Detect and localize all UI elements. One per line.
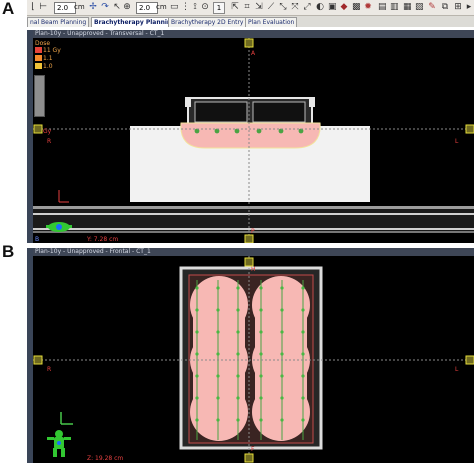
- layout-icon-2[interactable]: ▥: [390, 3, 399, 12]
- settings-icon[interactable]: ✹: [364, 3, 372, 12]
- orientation-left: L: [455, 138, 459, 145]
- workspace-tabs: nal Beam Planning Brachytherapy Planning…: [27, 16, 474, 27]
- frontal-right-marker: [465, 355, 474, 365]
- frontal-view[interactable]: Plan-10y - Unapproved - Frontal - CT_1 H…: [33, 248, 474, 463]
- grid-size-field-2[interactable]: 2.0: [136, 2, 158, 14]
- orientation-posterior: P: [251, 228, 255, 235]
- patient-figure-icon: [47, 430, 71, 457]
- structure-icon[interactable]: ◆: [340, 3, 348, 12]
- rotate-icon[interactable]: ↷: [101, 3, 109, 12]
- dose-unit-label: Gy: [43, 128, 52, 135]
- snap-icon[interactable]: ⤡: [279, 3, 287, 12]
- frontal-image: [33, 256, 474, 463]
- view-b-title: Plan-10y - Unapproved - Frontal - CT_1: [33, 248, 474, 256]
- channel-icon[interactable]: ⟟: [191, 3, 199, 12]
- grid-size-field-1[interactable]: 2.0: [54, 2, 76, 14]
- orientation-feet: F: [251, 446, 255, 453]
- legend-swatch-2: [35, 55, 42, 61]
- z-position-readout: Z: 19.28 cm: [87, 455, 124, 462]
- transversal-view[interactable]: Plan-10y - Unapproved - Transversal - CT…: [33, 30, 474, 243]
- grid-layout-icon[interactable]: ⊞: [454, 3, 462, 12]
- legend-swatch-1: [35, 47, 42, 53]
- legend-swatch-3: [35, 63, 42, 69]
- zoom-in-icon[interactable]: ⊕: [123, 3, 131, 12]
- tab-external-beam-planning[interactable]: nal Beam Planning: [27, 17, 90, 27]
- points-icon[interactable]: ⋮: [181, 3, 190, 12]
- paint-icon[interactable]: ✎: [428, 3, 436, 12]
- y-position-readout: Y: 7.28 cm: [87, 236, 119, 243]
- transversal-image: [33, 38, 474, 243]
- move-arrows-icon[interactable]: ✢: [89, 3, 97, 12]
- frontal-bottom-marker: [244, 453, 254, 463]
- dose-legend-title: Dose: [35, 40, 51, 47]
- cube-icon[interactable]: ▣: [328, 3, 337, 12]
- grid-icon[interactable]: ▨: [415, 3, 424, 12]
- tab-brachytherapy-2d-entry[interactable]: Brachytherapy 2D Entry: [168, 17, 247, 27]
- layers-icon[interactable]: ⧉: [441, 3, 449, 12]
- dose-cloud-icon[interactable]: ▩: [352, 3, 361, 12]
- toolbar: ⌊ ⊢ 2.0 cm ✢ ↷ ↖ ⊕ 2.0 cm ▭ ⋮ ⟟ ⊙ 1 ⇱ ⌗ …: [27, 0, 474, 16]
- tab-plan-evaluation[interactable]: Plan Evaluation: [245, 17, 298, 27]
- applicator-slot-right: [252, 101, 306, 123]
- frame-icon[interactable]: ▭: [170, 3, 179, 12]
- orientation-head: H: [251, 266, 256, 273]
- window-icon[interactable]: ▦: [403, 3, 412, 12]
- couch-top-edge: [33, 206, 474, 209]
- dose-region: [180, 122, 321, 149]
- panel-label-a: A: [2, 0, 15, 18]
- window-level-slider[interactable]: [34, 75, 45, 117]
- isodose-icon[interactable]: ◐: [316, 3, 324, 12]
- applicator-slot-left: [194, 101, 248, 123]
- couch-line-1: [33, 213, 474, 215]
- view-a-title: Plan-10y - Unapproved - Transversal - CT…: [33, 30, 474, 38]
- split-icon[interactable]: ⇲: [255, 3, 263, 12]
- orientation-anterior: A: [251, 50, 256, 57]
- pointer-icon[interactable]: ↖: [113, 3, 121, 12]
- right-marker: [465, 124, 474, 134]
- layout-icon-1[interactable]: ▤: [378, 3, 387, 12]
- more-icon[interactable]: ▸: [465, 3, 473, 12]
- frontal-orientation-left: L: [455, 366, 459, 373]
- top-marker: [244, 38, 254, 48]
- legend-value-3: 1.0: [43, 63, 53, 70]
- draw-line-icon[interactable]: ⟋: [267, 3, 275, 12]
- frontal-left-marker: [33, 355, 43, 365]
- resize-icon[interactable]: ⤢: [303, 3, 311, 12]
- grid-size-unit-1: cm: [74, 3, 85, 11]
- move-source-icon[interactable]: ⤧: [291, 3, 299, 12]
- ruler-icon[interactable]: ⊢: [39, 3, 47, 12]
- bottom-marker: [244, 234, 254, 243]
- footer-marker: B: [35, 236, 40, 243]
- panel-label-b: B: [2, 242, 15, 261]
- frontal-top-marker: [244, 257, 254, 267]
- crop-icon[interactable]: ⌗: [243, 3, 251, 12]
- select-arrow-icon[interactable]: ⇱: [231, 3, 239, 12]
- orientation-right: R: [47, 138, 52, 145]
- source-icon[interactable]: ⊙: [201, 3, 209, 12]
- legend-value-2: 1.1: [43, 55, 53, 62]
- left-marker: [33, 124, 43, 134]
- corner-tool-icon[interactable]: ⌊: [29, 3, 37, 12]
- applicator-clip-right: [309, 97, 315, 107]
- stepper-button[interactable]: 1: [213, 2, 225, 14]
- applicator-clip-left: [185, 97, 191, 107]
- legend-value-1: 11 Gy: [43, 47, 61, 54]
- frontal-orientation-right: R: [47, 366, 52, 373]
- grid-size-unit-2: cm: [156, 3, 167, 11]
- tab-brachytherapy-planning[interactable]: Brachytherapy Planning: [91, 17, 179, 27]
